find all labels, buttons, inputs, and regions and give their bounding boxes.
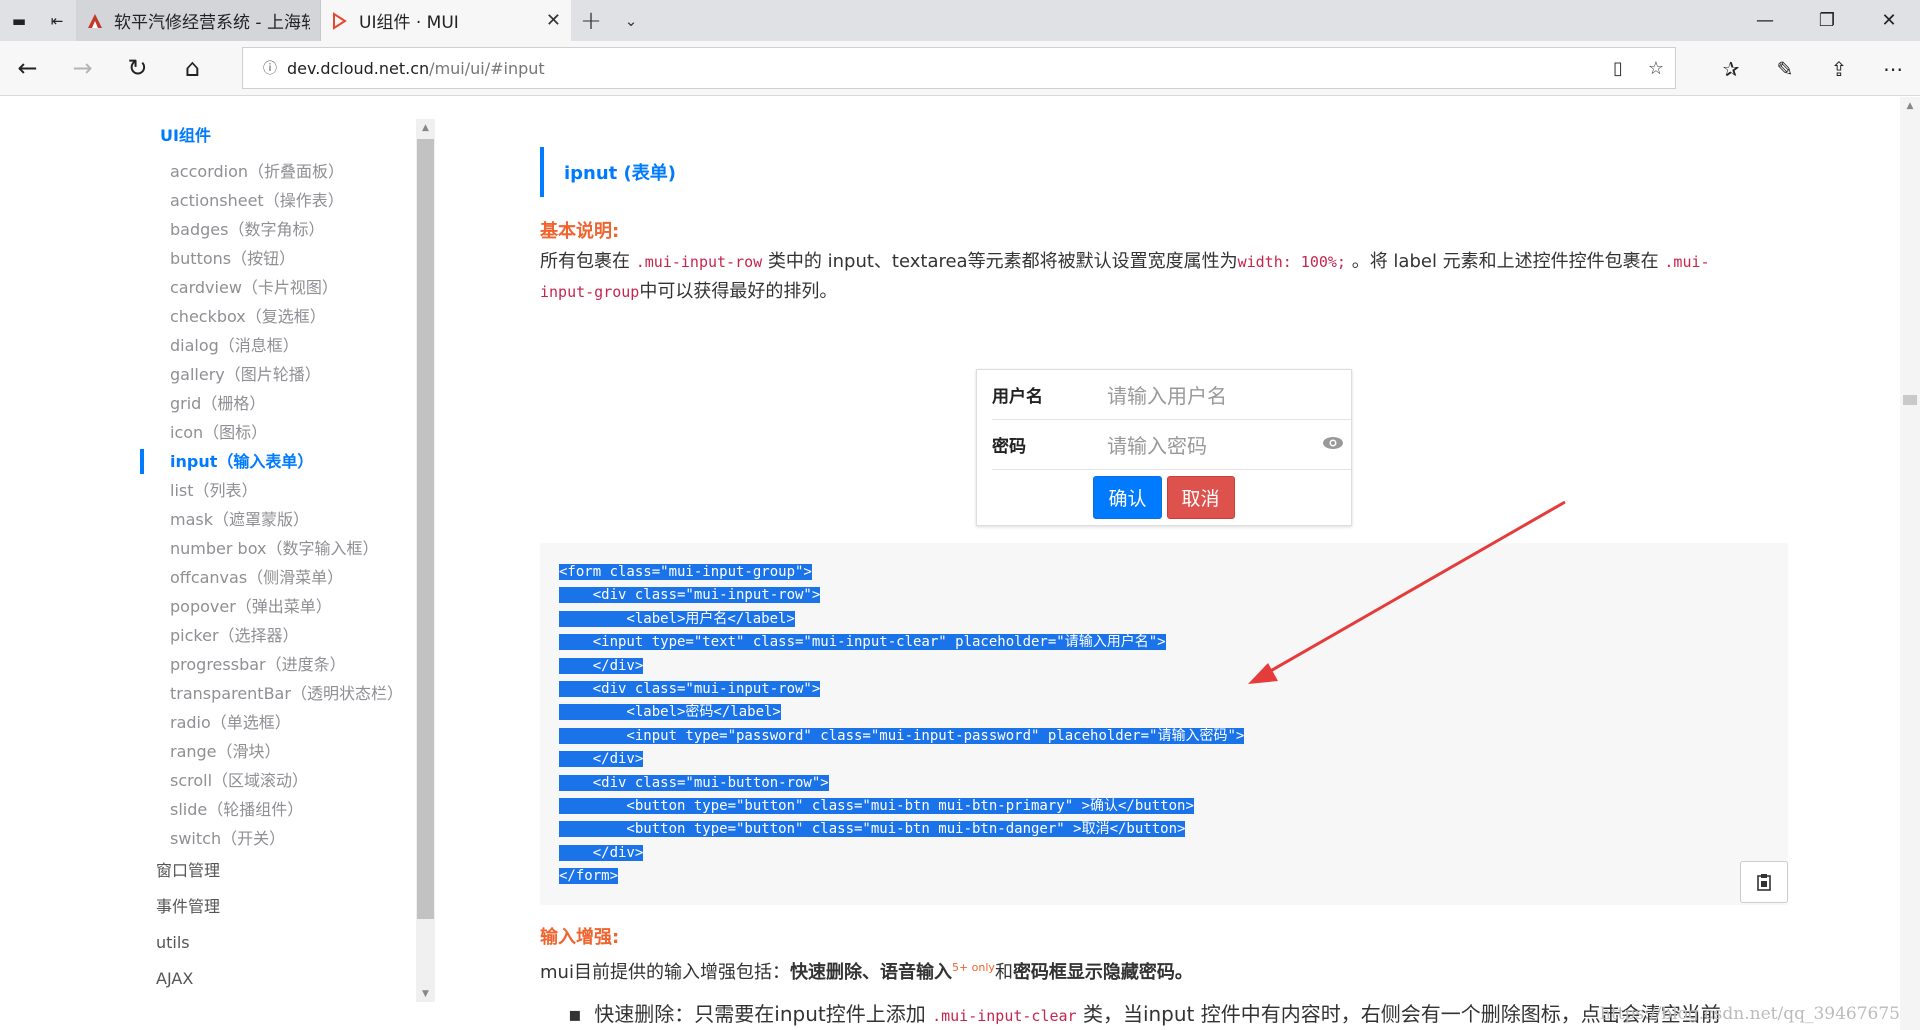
page-scrollbar[interactable]: ▲ xyxy=(1900,97,1920,1030)
tab-manager-icon[interactable]: ▬ xyxy=(0,0,38,41)
home-icon[interactable]: ⌂ xyxy=(165,41,220,96)
tab-title: 软平汽修经营系统 - 上海软: xyxy=(114,13,310,33)
close-window-icon[interactable]: ✕ xyxy=(1858,0,1920,41)
favorite-star-icon[interactable]: ☆ xyxy=(1637,58,1675,79)
tab-mui[interactable]: UI组件 · MUI ✕ xyxy=(321,0,571,41)
tab-bar: ▬ ⇤ 软平汽修经营系统 - 上海软: UI组件 · MUI ✕ + ⌄ — ❐… xyxy=(0,0,1920,41)
mui-favicon-icon xyxy=(331,11,349,30)
favorites-hub-icon[interactable]: ✰ xyxy=(1704,41,1758,96)
close-tab-icon[interactable]: ✕ xyxy=(546,10,561,31)
annotation-arrow xyxy=(1248,500,1566,684)
site-info-icon[interactable]: ⓘ xyxy=(253,58,287,78)
navigation-bar: ← → ↻ ⌂ ⓘ dev.dcloud.net.cn/mui/ui/#inpu… xyxy=(0,41,1920,96)
reading-view-icon[interactable]: ▯ xyxy=(1599,58,1637,79)
set-aside-tabs-icon[interactable]: ⇤ xyxy=(38,0,76,41)
more-icon[interactable]: ⋯ xyxy=(1866,41,1920,96)
site-favicon-icon xyxy=(86,12,104,30)
share-icon[interactable]: ⇪ xyxy=(1812,41,1866,96)
back-icon[interactable]: ← xyxy=(0,41,55,96)
url-text[interactable]: dev.dcloud.net.cn/mui/ui/#input xyxy=(287,59,1599,78)
refresh-icon[interactable]: ↻ xyxy=(110,41,165,96)
tab-preview-chevron-icon[interactable]: ⌄ xyxy=(611,0,651,41)
tab-title: UI组件 · MUI xyxy=(359,13,459,33)
web-note-icon[interactable]: ✎ xyxy=(1758,41,1812,96)
restore-icon[interactable]: ❐ xyxy=(1796,0,1858,41)
scroll-up-icon[interactable]: ▲ xyxy=(1900,101,1920,111)
address-bar[interactable]: ⓘ dev.dcloud.net.cn/mui/ui/#input ▯ ☆ xyxy=(242,47,1676,89)
tab-ruanping[interactable]: 软平汽修经营系统 - 上海软: xyxy=(76,0,321,41)
forward-icon[interactable]: → xyxy=(55,41,110,96)
new-tab-icon[interactable]: + xyxy=(571,0,611,41)
url-path: /mui/ui/#input xyxy=(429,58,545,78)
watermark: https://blog.csdn.net/qq_39467675 xyxy=(1599,1004,1900,1024)
web-page: UI组件 accordion（折叠面板） actionsheet（操作表） badg… xyxy=(0,97,1920,1030)
minimize-icon[interactable]: — xyxy=(1734,0,1796,41)
url-host: dev.dcloud.net.cn xyxy=(287,58,430,78)
scrollbar-thumb[interactable] xyxy=(1903,395,1917,405)
